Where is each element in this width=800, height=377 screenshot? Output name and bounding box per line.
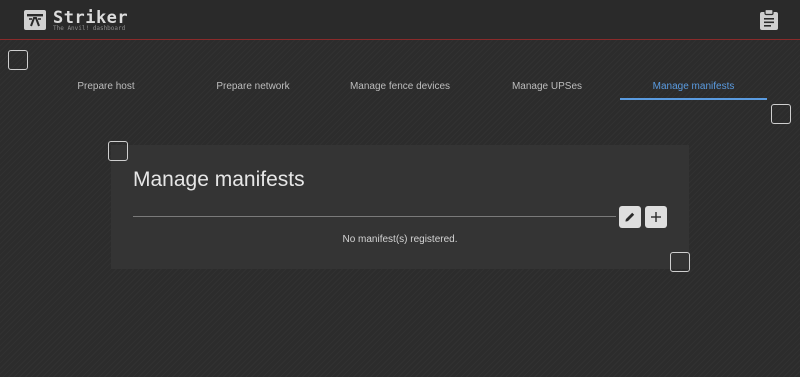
pencil-icon [625, 212, 635, 222]
edit-button[interactable] [619, 206, 641, 228]
app-tagline: The Anvil! dashboard [53, 25, 126, 32]
corner-marker-panel-top-left [108, 141, 128, 161]
title-divider [133, 216, 616, 217]
clipboard-icon[interactable] [759, 8, 779, 31]
corner-marker-tabs-right [771, 104, 791, 124]
manifests-panel [111, 145, 689, 269]
corner-marker-top-left [8, 50, 28, 70]
tab-manage-fence-devices[interactable]: Manage fence devices [330, 75, 470, 101]
tab-manage-upses[interactable]: Manage UPSes [477, 75, 617, 101]
empty-state-message: No manifest(s) registered. [342, 234, 458, 245]
add-manifest-button[interactable] [645, 206, 667, 228]
active-tab-indicator [620, 98, 767, 100]
page-title: Manage manifests [133, 168, 305, 191]
corner-marker-panel-bottom-right [670, 252, 690, 272]
tab-prepare-network[interactable]: Prepare network [183, 75, 323, 101]
tab-prepare-host[interactable]: Prepare host [36, 75, 176, 101]
plus-icon [651, 212, 661, 222]
anvil-logo-icon [24, 10, 46, 30]
app-header: Striker The Anvil! dashboard [0, 0, 800, 40]
